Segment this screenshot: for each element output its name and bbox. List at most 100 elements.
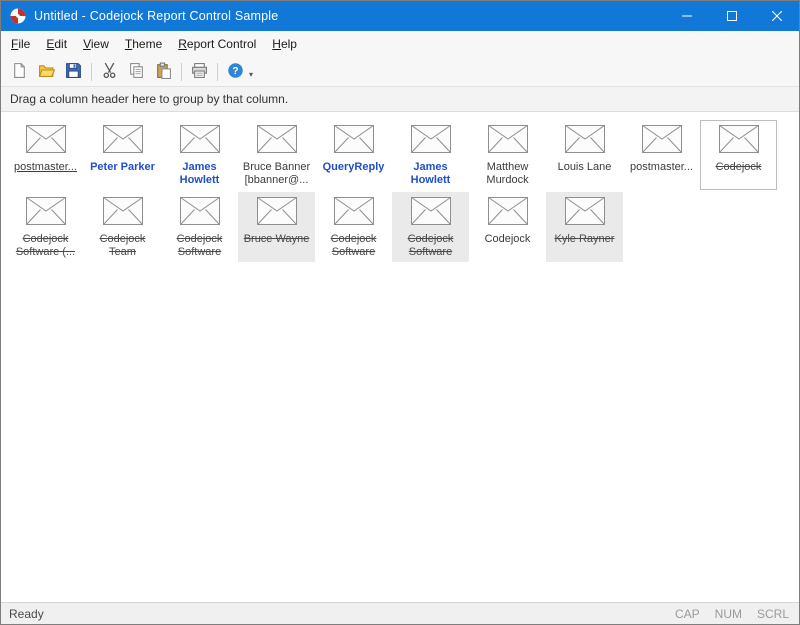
envelope-icon bbox=[26, 197, 66, 225]
status-indicator-scrl: SCRL bbox=[757, 607, 789, 621]
mail-item[interactable]: Codejock Software bbox=[161, 192, 238, 262]
menu-edit[interactable]: Edit bbox=[38, 31, 75, 57]
envelope-icon bbox=[26, 125, 66, 153]
mail-item[interactable]: Bruce Wayne bbox=[238, 192, 315, 262]
maximize-button[interactable] bbox=[709, 1, 754, 31]
envelope-icon bbox=[565, 197, 605, 225]
mail-item[interactable]: Codejock bbox=[469, 192, 546, 262]
close-icon bbox=[772, 9, 782, 24]
status-indicator-cap: CAP bbox=[675, 607, 700, 621]
mail-item-label: Codejock bbox=[700, 161, 777, 174]
open-button[interactable] bbox=[34, 60, 59, 84]
menu-report-control[interactable]: Report Control bbox=[170, 31, 264, 57]
envelope-icon bbox=[180, 197, 220, 225]
envelope-icon bbox=[334, 125, 374, 153]
mail-item-label: Kyle Rayner bbox=[546, 233, 623, 246]
status-bar: Ready CAP NUM SCRL bbox=[1, 602, 799, 624]
save-icon bbox=[65, 62, 82, 82]
mail-item[interactable]: James Howlett bbox=[161, 120, 238, 190]
mail-item[interactable]: postmaster... bbox=[623, 120, 700, 190]
menu-view[interactable]: View bbox=[75, 31, 117, 57]
mail-item[interactable]: Matthew Murdock bbox=[469, 120, 546, 190]
menu-help[interactable]: Help bbox=[264, 31, 305, 57]
envelope-icon bbox=[103, 197, 143, 225]
toolbar-separator bbox=[217, 63, 218, 81]
envelope-icon bbox=[411, 197, 451, 225]
envelope-icon bbox=[488, 197, 528, 225]
print-icon bbox=[191, 62, 208, 82]
envelope-icon bbox=[257, 125, 297, 153]
mail-item-label: Bruce Banner [bbanner@... bbox=[238, 161, 315, 187]
new-icon bbox=[11, 62, 28, 82]
mail-item[interactable]: Peter Parker bbox=[84, 120, 161, 190]
menu-bar: FileEditViewThemeReport ControlHelp bbox=[1, 31, 799, 57]
toolbar: ?▾ bbox=[1, 57, 799, 87]
toolbar-separator bbox=[181, 63, 182, 81]
mail-item-label: Louis Lane bbox=[546, 161, 623, 174]
mail-item[interactable]: Kyle Rayner bbox=[546, 192, 623, 262]
mail-item-label: James Howlett bbox=[392, 161, 469, 187]
help-dropdown-caret-icon[interactable]: ▾ bbox=[249, 70, 253, 79]
mail-item[interactable]: QueryReply bbox=[315, 120, 392, 190]
mail-item-label: Codejock Software (... bbox=[7, 233, 84, 259]
status-indicator-num: NUM bbox=[715, 607, 742, 621]
envelope-icon bbox=[180, 125, 220, 153]
mail-item-label: Codejock Software bbox=[392, 233, 469, 259]
maximize-icon bbox=[727, 9, 737, 24]
envelope-icon bbox=[719, 125, 759, 153]
paste-icon bbox=[155, 62, 172, 82]
copy-button[interactable] bbox=[124, 60, 149, 84]
mail-item-label: Codejock bbox=[469, 233, 546, 246]
mail-item[interactable]: James Howlett bbox=[392, 120, 469, 190]
envelope-icon bbox=[642, 125, 682, 153]
mail-item[interactable]: Codejock Software bbox=[392, 192, 469, 262]
group-by-bar[interactable]: Drag a column header here to group by th… bbox=[1, 87, 799, 112]
close-button[interactable] bbox=[754, 1, 799, 31]
window-title: Untitled - Codejock Report Control Sampl… bbox=[34, 9, 278, 23]
mail-item-label: Codejock Team bbox=[84, 233, 161, 259]
help-icon: ? bbox=[227, 62, 244, 82]
mail-item-label: Peter Parker bbox=[84, 161, 161, 174]
cut-button[interactable] bbox=[97, 60, 122, 84]
open-icon bbox=[38, 62, 55, 82]
mail-item-label: Codejock Software bbox=[315, 233, 392, 259]
help-button[interactable]: ? bbox=[223, 60, 248, 84]
svg-text:?: ? bbox=[232, 66, 238, 77]
mail-item[interactable]: Codejock Team bbox=[84, 192, 161, 262]
new-button[interactable] bbox=[7, 60, 32, 84]
minimize-button[interactable] bbox=[664, 1, 709, 31]
copy-icon bbox=[128, 62, 145, 82]
mail-item-label: James Howlett bbox=[161, 161, 238, 187]
toolbar-separator bbox=[91, 63, 92, 81]
app-window: Untitled - Codejock Report Control Sampl… bbox=[0, 0, 800, 625]
envelope-icon bbox=[257, 197, 297, 225]
envelope-icon bbox=[565, 125, 605, 153]
mail-item-label: Matthew Murdock bbox=[469, 161, 546, 187]
status-text: Ready bbox=[1, 607, 44, 621]
mail-item[interactable]: Codejock bbox=[700, 120, 777, 190]
mail-item-label: QueryReply bbox=[315, 161, 392, 174]
mail-item[interactable]: Codejock Software (... bbox=[7, 192, 84, 262]
envelope-icon bbox=[334, 197, 374, 225]
minimize-icon bbox=[682, 9, 692, 24]
mail-item[interactable]: Codejock Software bbox=[315, 192, 392, 262]
envelope-icon bbox=[488, 125, 528, 153]
paste-button[interactable] bbox=[151, 60, 176, 84]
mail-item[interactable]: postmaster... bbox=[7, 120, 84, 190]
app-logo-icon bbox=[10, 8, 26, 24]
mail-item[interactable]: Bruce Banner [bbanner@... bbox=[238, 120, 315, 190]
mail-item-label: Bruce Wayne bbox=[238, 233, 315, 246]
window-controls bbox=[664, 1, 799, 31]
mail-item[interactable]: Louis Lane bbox=[546, 120, 623, 190]
mail-item-label: postmaster... bbox=[7, 161, 84, 174]
status-indicators: CAP NUM SCRL bbox=[660, 607, 799, 621]
report-control-area[interactable]: postmaster... Peter Parker James Howlett… bbox=[1, 112, 799, 602]
mail-item-label: Codejock Software bbox=[161, 233, 238, 259]
menu-file[interactable]: File bbox=[3, 31, 38, 57]
save-button[interactable] bbox=[61, 60, 86, 84]
mail-grid: postmaster... Peter Parker James Howlett… bbox=[1, 112, 799, 262]
menu-theme[interactable]: Theme bbox=[117, 31, 170, 57]
print-button[interactable] bbox=[187, 60, 212, 84]
title-bar[interactable]: Untitled - Codejock Report Control Sampl… bbox=[1, 1, 799, 31]
envelope-icon bbox=[103, 125, 143, 153]
